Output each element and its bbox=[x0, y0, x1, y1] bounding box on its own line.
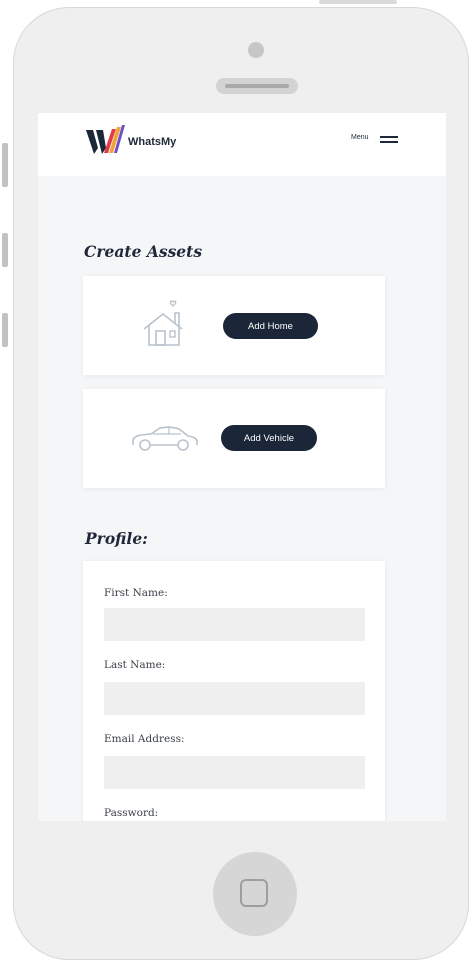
app-header: WhatsMy Menu bbox=[38, 113, 446, 176]
add-vehicle-card: Add Vehicle bbox=[83, 389, 385, 488]
volume-up-button bbox=[2, 233, 8, 267]
home-square-icon bbox=[240, 879, 268, 907]
volume-down-button bbox=[2, 313, 8, 347]
house-icon bbox=[143, 300, 183, 346]
profile-form: First Name: Last Name: Email Address: Pa… bbox=[83, 561, 385, 821]
profile-title: Profile: bbox=[85, 529, 148, 548]
email-address-label: Email Address: bbox=[104, 733, 185, 745]
password-label: Password: bbox=[104, 807, 159, 819]
car-icon bbox=[132, 426, 198, 451]
brand-name: WhatsMy bbox=[128, 136, 177, 148]
camera-icon bbox=[248, 42, 264, 58]
logo-icon[interactable] bbox=[84, 123, 126, 157]
add-home-card: Add Home bbox=[83, 276, 385, 375]
home-button[interactable] bbox=[213, 852, 297, 936]
menu-label[interactable]: Menu bbox=[351, 134, 369, 141]
hamburger-menu-icon[interactable] bbox=[380, 136, 398, 144]
last-name-field[interactable] bbox=[104, 682, 365, 715]
add-vehicle-button[interactable]: Add Vehicle bbox=[221, 425, 317, 451]
email-address-field[interactable] bbox=[104, 756, 365, 789]
add-home-button[interactable]: Add Home bbox=[223, 313, 318, 339]
last-name-label: Last Name: bbox=[104, 659, 166, 671]
device-top-button bbox=[319, 0, 397, 4]
first-name-field[interactable] bbox=[104, 608, 365, 641]
app-screen: WhatsMy Menu Create Assets Add Home Add … bbox=[38, 113, 446, 821]
mute-switch bbox=[2, 143, 8, 187]
create-assets-title: Create Assets bbox=[84, 242, 203, 261]
speaker-icon bbox=[216, 78, 298, 94]
first-name-label: First Name: bbox=[104, 587, 168, 599]
